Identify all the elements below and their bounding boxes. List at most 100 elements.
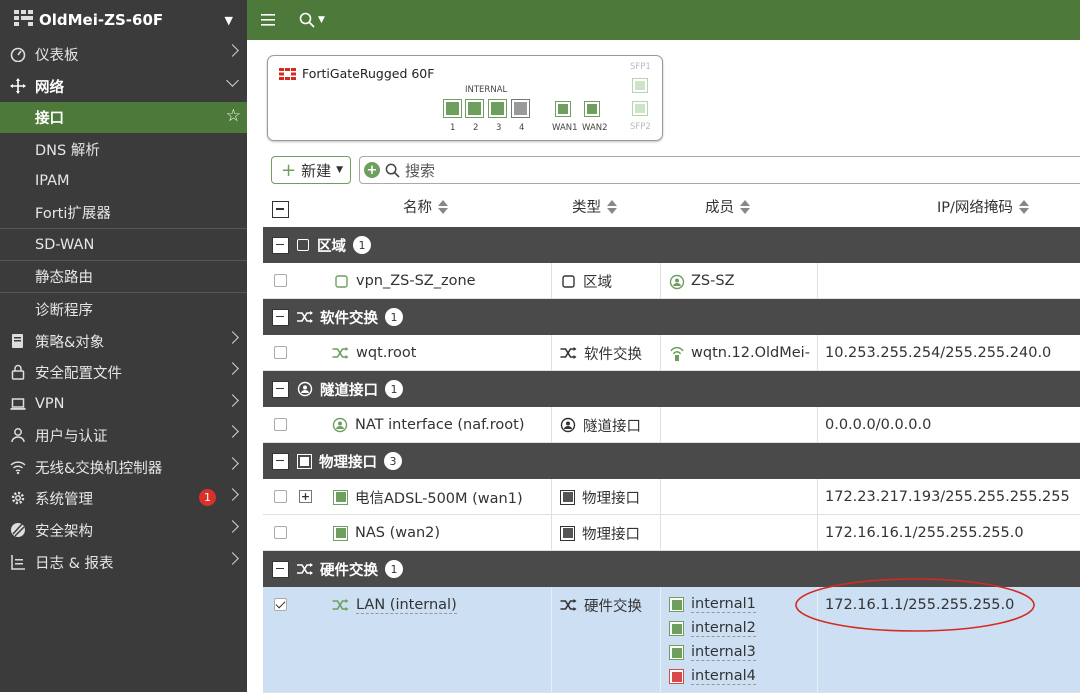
search-bar[interactable]: + 搜索 [359, 156, 1080, 184]
sidebar-item-security-profiles[interactable]: 安全配置文件 [0, 357, 247, 387]
group-header-tunnel[interactable]: 隧道接口 1 [263, 371, 1080, 407]
member-item[interactable]: internal4 [669, 668, 756, 685]
sfp-label: SFP1 [630, 62, 651, 72]
collapse-toggle[interactable] [272, 236, 289, 254]
sidebar-item-log-report[interactable]: 日志 & 报表 [0, 547, 247, 577]
expand-row-icon[interactable]: + [299, 490, 312, 503]
sidebar-item-fortiextender[interactable]: Forti扩展器 [0, 197, 247, 229]
sidebar-item-dashboard[interactable]: 仪表板 [0, 39, 247, 69]
row-checkbox[interactable] [274, 490, 287, 503]
port-sfp1[interactable] [632, 78, 648, 93]
row-checkbox[interactable] [274, 346, 287, 359]
collapse-toggle[interactable] [272, 452, 289, 470]
sidebar-item-network[interactable]: 网络 [0, 71, 247, 101]
table-row[interactable]: NAT interface (naf.root) 隧道接口 0.0.0.0/0.… [263, 407, 1080, 443]
sidebar-item-label: Forti扩展器 [35, 206, 111, 222]
chevron-right-icon [226, 457, 239, 470]
collapse-toggle[interactable] [272, 560, 289, 578]
sidebar-item-interfaces[interactable]: 接口 ☆ [0, 102, 247, 133]
member-item[interactable]: internal1 [669, 596, 756, 613]
internal-label: INTERNAL [465, 85, 508, 95]
search-input[interactable]: 搜索 [405, 160, 435, 181]
table-row[interactable]: wqt.root 软件交换 wqtn.12.OldMei- 10.253.255… [263, 335, 1080, 371]
column-header-type[interactable]: 类型 [572, 196, 617, 217]
sidebar-item-policy-objects[interactable]: 策略&对象 [0, 326, 247, 356]
caret-down-icon: ▼ [318, 15, 325, 25]
sidebar-item-vpn[interactable]: VPN [0, 389, 247, 419]
global-search-icon[interactable]: ▼ [299, 12, 325, 28]
interface-name[interactable]: NAS (wan2) [355, 525, 440, 541]
row-checkbox[interactable] [274, 274, 287, 287]
sidebar-item-wifi-switch[interactable]: 无线&交换机控制器 [0, 452, 247, 482]
sidebar-item-sdwan[interactable]: SD-WAN [0, 229, 247, 261]
member-name[interactable]: internal1 [691, 596, 756, 613]
port-sfp2[interactable] [632, 101, 648, 116]
interface-name[interactable]: vpn_ZS-SZ_zone [356, 273, 476, 289]
ip-netmask: 172.23.217.193/255.255.255.255 [825, 489, 1070, 505]
sidebar-item-static-routes[interactable]: 静态路由 [0, 261, 247, 293]
interface-name[interactable]: NAT interface (naf.root) [355, 417, 525, 433]
create-new-button[interactable]: + 新建 ▼ [271, 156, 351, 184]
interface-name[interactable]: 电信ADSL-500M (wan1) [355, 487, 523, 508]
interface-name[interactable]: LAN (internal) [356, 597, 457, 614]
column-header-ip[interactable]: IP/网络掩码 [937, 196, 1029, 217]
log-icon [9, 553, 27, 571]
member-item[interactable]: internal2 [669, 620, 756, 637]
member-item[interactable]: internal3 [669, 644, 756, 661]
group-header-hardware-switch[interactable]: 硬件交换 1 [263, 551, 1080, 587]
fabric-icon [9, 521, 27, 539]
group-count: 1 [385, 560, 403, 578]
interface-name[interactable]: wqt.root [356, 345, 416, 361]
sidebar-item-diagnostics[interactable]: 诊断程序 [0, 294, 247, 324]
port-internal3[interactable] [488, 99, 507, 118]
sidebar-item-label: 策略&对象 [35, 334, 105, 351]
interface-type: 物理接口 [582, 526, 640, 543]
sidebar-item-label: 系统管理 [35, 491, 93, 508]
port-number: 4 [519, 123, 525, 133]
port-wan2[interactable] [584, 101, 600, 117]
port-up-icon [669, 645, 684, 660]
column-header-name[interactable]: 名称 [403, 196, 448, 217]
row-checkbox[interactable] [274, 598, 287, 611]
table-row[interactable]: vpn_ZS-SZ_zone 区域 ZS-SZ [263, 263, 1080, 299]
tunnel-icon [560, 417, 576, 433]
zone-icon [561, 274, 576, 289]
table-row-selected[interactable]: LAN (internal) 硬件交换 internal1 internal2 … [263, 587, 1080, 693]
device-hostname: OldMei-ZS-60F [39, 11, 164, 29]
plus-icon: + [281, 159, 297, 181]
star-icon[interactable]: ☆ [226, 106, 241, 126]
sidebar-item-system[interactable]: 系统管理 1 [0, 483, 247, 513]
member-name[interactable]: internal4 [691, 668, 756, 685]
member-name[interactable]: wqtn.12.OldMei- [691, 345, 810, 361]
hamburger-menu-icon[interactable] [261, 14, 275, 26]
fortigate-logo-icon [14, 10, 33, 30]
member-name[interactable]: internal2 [691, 620, 756, 637]
sidebar-item-label: 用户与认证 [35, 428, 108, 445]
member-name[interactable]: internal3 [691, 644, 756, 661]
group-header-physical[interactable]: 物理接口 3 [263, 443, 1080, 479]
member-name[interactable]: ZS-SZ [691, 273, 735, 289]
sidebar-item-label: 仪表板 [35, 47, 79, 64]
port-wan1[interactable] [555, 101, 571, 117]
collapse-toggle[interactable] [272, 308, 289, 326]
port-internal4[interactable] [511, 99, 530, 118]
sidebar-item-ipam[interactable]: IPAM [0, 166, 247, 196]
device-selector[interactable]: OldMei-ZS-60F ▼ [0, 0, 247, 40]
collapse-all-toggle[interactable] [272, 201, 289, 218]
column-header-members[interactable]: 成员 [705, 196, 750, 217]
group-header-zone[interactable]: 区域 1 [263, 227, 1080, 263]
port-up-icon [669, 597, 684, 612]
row-checkbox[interactable] [274, 418, 287, 431]
group-title: 硬件交换 [320, 562, 378, 579]
collapse-toggle[interactable] [272, 380, 289, 398]
port-internal1[interactable] [443, 99, 462, 118]
table-row[interactable]: NAS (wan2) 物理接口 172.16.16.1/255.255.255.… [263, 515, 1080, 551]
sidebar-item-user-auth[interactable]: 用户与认证 [0, 420, 247, 450]
sidebar-item-security-fabric[interactable]: 安全架构 [0, 515, 247, 545]
group-header-software-switch[interactable]: 软件交换 1 [263, 299, 1080, 335]
row-checkbox[interactable] [274, 526, 287, 539]
port-internal2[interactable] [465, 99, 484, 118]
sidebar-item-dns[interactable]: DNS 解析 [0, 134, 247, 164]
table-row[interactable]: + 电信ADSL-500M (wan1) 物理接口 172.23.217.193… [263, 479, 1080, 515]
add-filter-icon[interactable]: + [364, 162, 380, 178]
